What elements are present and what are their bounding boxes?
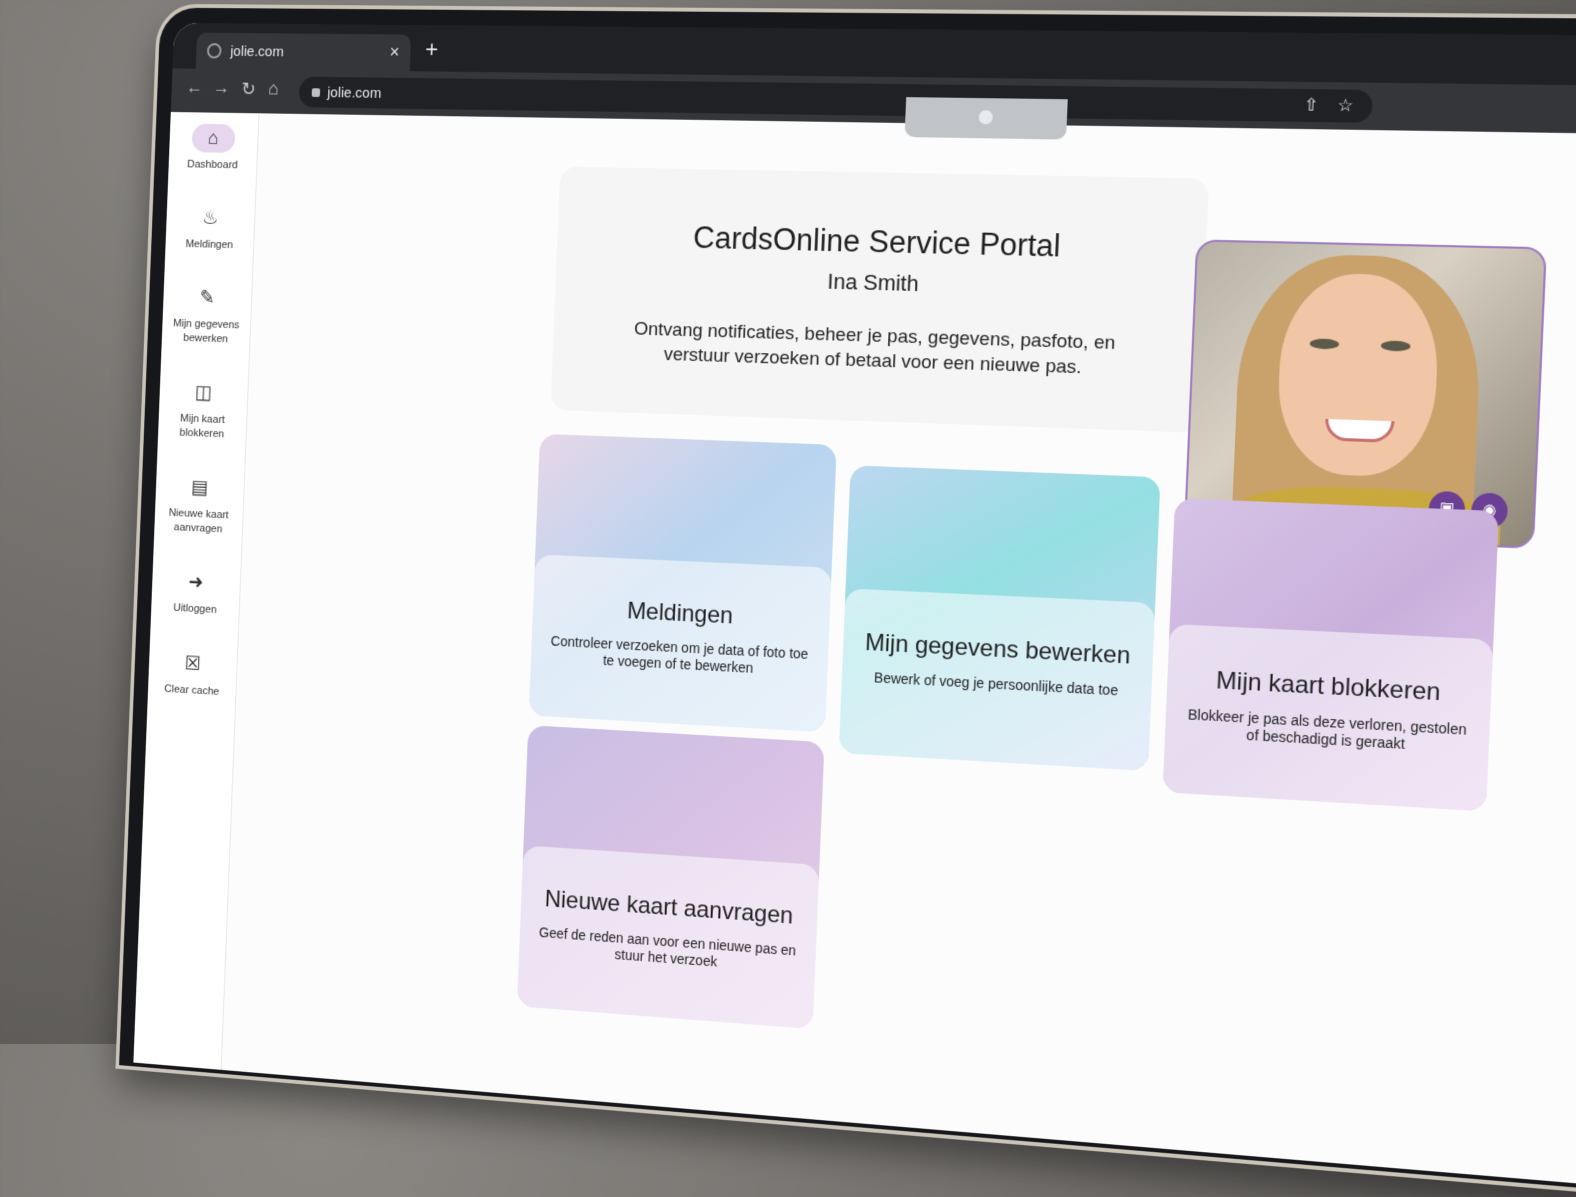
sidebar-item-label: Dashboard: [187, 158, 238, 172]
sidebar-item-label: Uitloggen: [173, 602, 217, 616]
card-body: Mijn gegevens bewerken Bewerk of voeg je…: [838, 588, 1156, 772]
share-icon[interactable]: ⇧: [1303, 95, 1319, 116]
sidebar-item-gegevens[interactable]: ✎ Mijn gegevens bewerken: [162, 282, 252, 347]
card-title: Mijn kaart blokkeren: [1215, 666, 1442, 707]
hero-description: Ontvang notificaties, beheer je pas, geg…: [633, 318, 1116, 379]
sidebar-item-label: Nieuwe kaart aanvragen: [168, 507, 229, 536]
card-title: Mijn gegevens bewerken: [864, 629, 1131, 670]
webcam-icon: [978, 110, 994, 125]
card-meldingen[interactable]: Meldingen Controleer verzoeken om je dat…: [528, 433, 837, 733]
sidebar-item-clear-cache[interactable]: ☒ Clear cache: [148, 647, 237, 700]
logout-icon: ➜: [188, 571, 204, 594]
lock-icon: [311, 87, 321, 97]
address-url: jolie.com: [326, 84, 382, 102]
sidebar-item-uitloggen[interactable]: ➜ Uitloggen: [151, 566, 240, 619]
reload-icon[interactable]: ↻: [241, 79, 256, 101]
card-subtitle: Controleer verzoeken om je data of foto …: [550, 632, 809, 676]
trash-icon: ☒: [184, 653, 202, 675]
page-title: CardsOnline Service Portal: [692, 220, 1062, 264]
card-subtitle: Blokkeer je pas als deze verloren, gesto…: [1187, 706, 1467, 752]
star-icon[interactable]: ☆: [1337, 96, 1354, 117]
pencil-icon: ✎: [199, 287, 216, 309]
sidebar-item-label: Meldingen: [185, 238, 234, 251]
close-tab-icon[interactable]: ×: [389, 42, 399, 62]
card-body: Meldingen Controleer verzoeken om je dat…: [528, 554, 832, 733]
browser-tab[interactable]: jolie.com ×: [195, 32, 412, 72]
id-card-icon: ▤: [190, 476, 209, 499]
sidebar-item-label: Mijn gegevens bewerken: [172, 317, 240, 346]
forward-icon[interactable]: →: [212, 78, 230, 99]
tab-title: jolie.com: [230, 42, 285, 60]
card-subtitle: Bewerk of voeg je persoonlijke data toe: [873, 669, 1119, 699]
bell-icon: ♨: [201, 207, 219, 229]
hero-panel: CardsOnline Service Portal Ina Smith Ont…: [550, 166, 1210, 433]
card-title: Nieuwe kaart aanvragen: [544, 885, 794, 930]
screen: jolie.com × + ← → ↻ ⌂ jolie.com ⇧ ☆ ⌂ Da…: [133, 22, 1576, 1192]
new-tab-button[interactable]: +: [425, 37, 439, 64]
card-nieuwe-kaart[interactable]: Nieuwe kaart aanvragen Geef de reden aan…: [516, 725, 825, 1030]
sidebar-item-blokkeren[interactable]: ◫ Mijn kaart blokkeren: [158, 377, 248, 443]
sidebar-item-label: Clear cache: [164, 683, 220, 698]
card-subtitle: Geef de reden aan voor een nieuwe pas en…: [538, 924, 797, 970]
user-name: Ina Smith: [826, 268, 920, 297]
card-body: Nieuwe kaart aanvragen Geef de reden aan…: [516, 845, 820, 1030]
sidebar-item-meldingen[interactable]: ♨ Meldingen: [165, 203, 255, 253]
laptop: jolie.com × + ← → ↻ ⌂ jolie.com ⇧ ☆ ⌂ Da…: [45, 0, 1576, 1197]
sidebar-item-label: Mijn kaart blokkeren: [179, 412, 225, 441]
sidebar-item-dashboard[interactable]: ⌂ Dashboard: [168, 123, 258, 173]
back-icon[interactable]: ←: [186, 78, 204, 99]
home-browser-icon[interactable]: ⌂: [268, 79, 279, 100]
card-blokkeren[interactable]: Mijn kaart blokkeren Blokkeer je pas als…: [1162, 498, 1500, 812]
card-off-icon: ◫: [194, 382, 213, 404]
sidebar-item-nieuwe-kaart[interactable]: ▤ Nieuwe kaart aanvragen: [154, 472, 244, 538]
card-gegevens[interactable]: Mijn gegevens bewerken Bewerk of voeg je…: [838, 465, 1161, 772]
globe-icon: [206, 43, 222, 59]
home-icon: ⌂: [191, 123, 236, 153]
page-content: ⌂ Dashboard ♨ Meldingen ✎ Mijn gegevens …: [133, 111, 1576, 1192]
main: CardsOnline Service Portal Ina Smith Ont…: [220, 113, 1576, 1192]
card-title: Meldingen: [626, 597, 734, 630]
card-body: Mijn kaart blokkeren Blokkeer je pas als…: [1162, 623, 1494, 812]
